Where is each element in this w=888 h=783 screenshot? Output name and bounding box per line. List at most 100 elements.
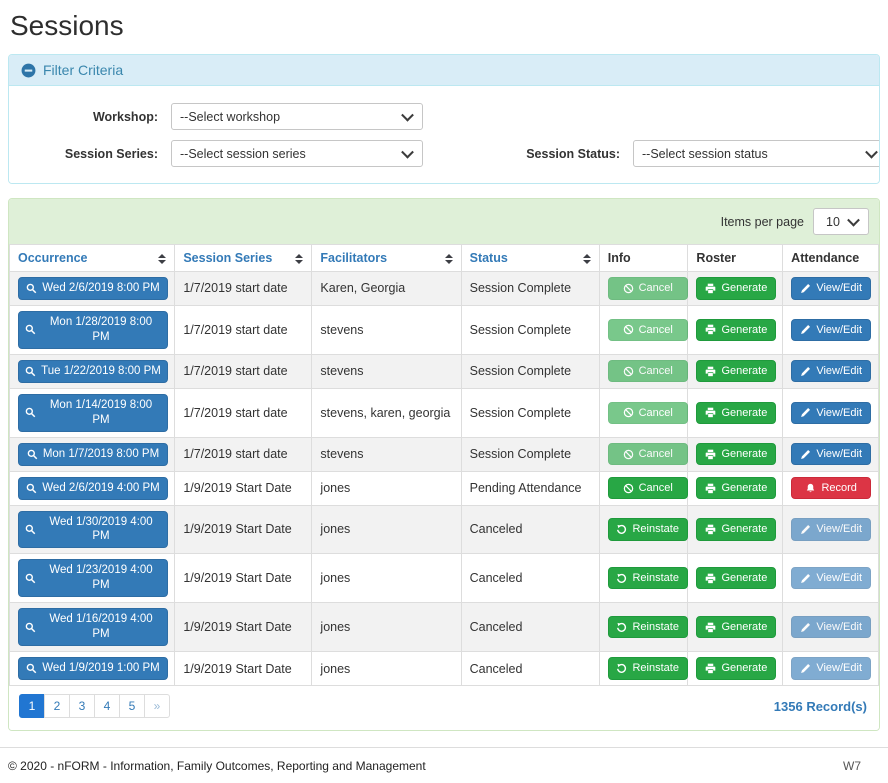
session-series-cell: 1/9/2019 Start Date (175, 603, 312, 652)
occurrence-button[interactable]: Wed 2/6/2019 8:00 PM (18, 277, 168, 300)
attendance-button: View/Edit (791, 616, 871, 638)
status-cell: Session Complete (461, 272, 599, 306)
session-series-cell: 1/7/2019 start date (175, 388, 312, 437)
search-icon (25, 407, 36, 418)
attendance-button: View/Edit (791, 567, 871, 589)
occurrence-button[interactable]: Wed 1/16/2019 4:00 PM (18, 608, 168, 646)
table-row: Wed 2/6/2019 8:00 PM 1/7/2019 start date… (10, 272, 879, 306)
info-button[interactable]: Reinstate (608, 567, 688, 589)
roster-button-label: Generate (721, 323, 767, 337)
info-button[interactable]: Cancel (608, 477, 688, 499)
occurrence-button[interactable]: Wed 2/6/2019 4:00 PM (18, 477, 168, 500)
attendance-button[interactable]: Record (791, 477, 871, 499)
column-header-status[interactable]: Status (461, 245, 599, 272)
roster-generate-button[interactable]: Generate (696, 567, 776, 589)
filter-criteria-header[interactable]: Filter Criteria (9, 55, 879, 86)
page-3-button[interactable]: 3 (69, 694, 95, 718)
occurrence-button[interactable]: Wed 1/30/2019 4:00 PM (18, 511, 168, 549)
table-row: Wed 2/6/2019 4:00 PM 1/9/2019 Start Date… (10, 471, 879, 505)
page-next-button[interactable]: » (144, 694, 170, 718)
info-button-label: Cancel (639, 406, 673, 420)
facilitators-cell: jones (312, 471, 461, 505)
column-header-session-series[interactable]: Session Series (175, 245, 312, 272)
attendance-cell: View/Edit (783, 603, 879, 652)
attendance-cell: View/Edit (783, 505, 879, 554)
facilitators-cell: jones (312, 603, 461, 652)
ban-icon (623, 407, 634, 418)
roster-button-label: Generate (721, 364, 767, 378)
info-button[interactable]: Reinstate (608, 518, 688, 540)
status-cell: Session Complete (461, 388, 599, 437)
search-icon (25, 524, 36, 535)
occurrence-button[interactable]: Wed 1/23/2019 4:00 PM (18, 559, 168, 597)
occurrence-label: Mon 1/7/2019 8:00 PM (43, 447, 159, 462)
session-series-field: Session Series: --Select session series (9, 140, 423, 167)
attendance-button-label: View/Edit (816, 447, 862, 461)
attendance-button[interactable]: View/Edit (791, 360, 871, 382)
occurrence-button[interactable]: Mon 1/28/2019 8:00 PM (18, 311, 168, 349)
attendance-button-label: View/Edit (816, 364, 862, 378)
attendance-button[interactable]: View/Edit (791, 319, 871, 341)
session-series-cell: 1/9/2019 Start Date (175, 471, 312, 505)
page-1-button[interactable]: 1 (19, 694, 45, 718)
ban-icon (623, 449, 634, 460)
roster-generate-button[interactable]: Generate (696, 402, 776, 424)
info-cell: Reinstate (599, 505, 688, 554)
attendance-button[interactable]: View/Edit (791, 277, 871, 299)
roster-cell: Generate (688, 437, 783, 471)
workshop-select[interactable]: --Select workshop (171, 103, 423, 130)
occurrence-button[interactable]: Tue 1/22/2019 8:00 PM (18, 360, 168, 383)
page-footer: © 2020 - nFORM - Information, Family Out… (0, 747, 888, 783)
info-button-label: Cancel (639, 281, 673, 295)
collapse-minus-icon[interactable] (21, 63, 36, 78)
status-cell: Canceled (461, 652, 599, 686)
attendance-button: View/Edit (791, 518, 871, 540)
column-header-occurrence[interactable]: Occurrence (10, 245, 175, 272)
roster-generate-button[interactable]: Generate (696, 616, 776, 638)
attendance-button-label: View/Edit (816, 571, 862, 585)
attendance-button[interactable]: View/Edit (791, 443, 871, 465)
occurrence-button[interactable]: Mon 1/7/2019 8:00 PM (18, 443, 168, 466)
record-count: 1356 Record(s) (774, 699, 867, 714)
info-button[interactable]: Reinstate (608, 616, 688, 638)
occurrence-label: Mon 1/28/2019 8:00 PM (41, 315, 161, 345)
page-5-button[interactable]: 5 (119, 694, 145, 718)
status-cell: Session Complete (461, 354, 599, 388)
sort-icon (158, 254, 166, 264)
roster-generate-button[interactable]: Generate (696, 657, 776, 679)
page-2-button[interactable]: 2 (44, 694, 70, 718)
roster-cell: Generate (688, 305, 783, 354)
pencil-icon (800, 324, 811, 335)
session-series-select[interactable]: --Select session series (171, 140, 423, 167)
search-icon (25, 366, 36, 377)
attendance-button-label: Record (821, 481, 856, 495)
printer-icon (705, 483, 716, 494)
roster-generate-button[interactable]: Generate (696, 518, 776, 540)
roster-generate-button[interactable]: Generate (696, 277, 776, 299)
info-button[interactable]: Reinstate (608, 657, 688, 679)
info-button: Cancel (608, 443, 688, 465)
pencil-icon (800, 622, 811, 633)
roster-generate-button[interactable]: Generate (696, 477, 776, 499)
search-icon (25, 622, 36, 633)
attendance-button-label: View/Edit (816, 406, 862, 420)
info-cell: Cancel (599, 388, 688, 437)
occurrence-label: Mon 1/14/2019 8:00 PM (41, 398, 161, 428)
occurrence-button[interactable]: Wed 1/9/2019 1:00 PM (18, 657, 168, 680)
roster-generate-button[interactable]: Generate (696, 360, 776, 382)
roster-generate-button[interactable]: Generate (696, 443, 776, 465)
page-4-button[interactable]: 4 (94, 694, 120, 718)
occurrence-cell: Wed 1/23/2019 4:00 PM (10, 554, 175, 603)
session-status-select[interactable]: --Select session status (633, 140, 880, 167)
facilitators-cell: jones (312, 554, 461, 603)
roster-cell: Generate (688, 505, 783, 554)
pencil-icon (800, 283, 811, 294)
search-icon (26, 483, 37, 494)
roster-generate-button[interactable]: Generate (696, 319, 776, 341)
occurrence-button[interactable]: Mon 1/14/2019 8:00 PM (18, 394, 168, 432)
occurrence-label: Tue 1/22/2019 8:00 PM (41, 364, 161, 379)
items-per-page-select[interactable]: 10 (813, 208, 869, 235)
occurrence-cell: Tue 1/22/2019 8:00 PM (10, 354, 175, 388)
attendance-button[interactable]: View/Edit (791, 402, 871, 424)
column-header-facilitators[interactable]: Facilitators (312, 245, 461, 272)
